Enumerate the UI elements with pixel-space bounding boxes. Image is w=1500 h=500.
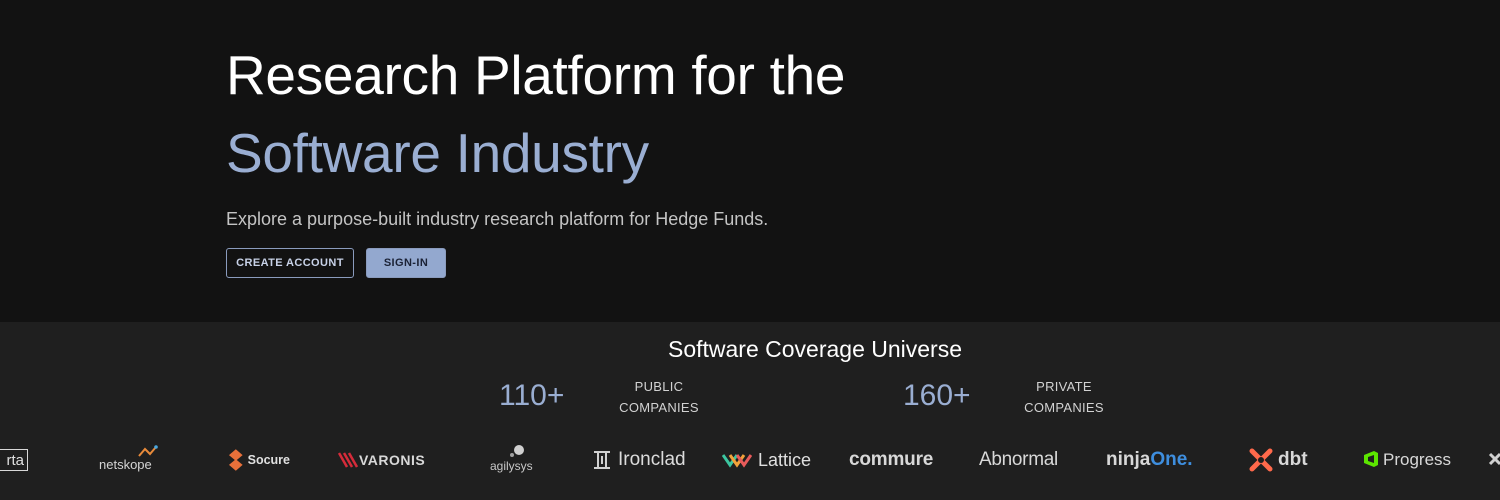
coverage-title: Software Coverage Universe [667,336,963,362]
abnormal-logo-text: Abnormal [979,449,1058,470]
hero-title-light: for the [676,44,846,106]
ninjaone-logo-text-a: ninja [1106,449,1151,470]
agilysys-logo-text: agilysys [490,459,533,473]
logo-varonis: VARONIS [338,442,436,478]
hero-title-line1: Research Platform for the [226,40,845,110]
hero-title-strong: Research Platform [226,44,677,106]
create-account-button[interactable]: CREATE ACCOUNT [226,248,354,278]
hero-title-accent: Software Industry [226,122,649,184]
private-label-line2: COMPANIES [1024,400,1104,415]
progress-mark-icon [1364,451,1378,467]
private-companies-count: 160+ [903,379,971,412]
hero-subtitle: Explore a purpose-built industry researc… [226,209,769,229]
sign-in-button[interactable]: SIGN-IN [366,248,446,278]
logo-ironclad: Ironclad [593,442,693,478]
socure-mark-icon [228,449,243,471]
commure-logo-text: commure [849,449,934,470]
logo-netskope: netskope [99,442,161,478]
rta-logo-box: rta [0,449,28,471]
company-logos-strip: rta netskope Socure VARONIS agilysys Iro… [0,442,1500,478]
public-label-line1: PUBLIC [634,379,684,394]
public-label-line2: COMPANIES [619,400,699,415]
rta-logo-text: rta [6,451,24,469]
logo-commure: commure [849,442,949,478]
logo-dbt: dbt [1249,442,1319,478]
netskope-mark-icon [138,445,158,457]
logo-progress: Progress [1362,442,1462,478]
socure-logo-text: Socure [247,453,290,467]
dbt-logo-text: dbt [1278,449,1308,470]
coverage-section: Software Coverage Universe 110+ PUBLIC C… [0,322,1500,500]
hero-section: Research Platform for the Software Indus… [0,0,1500,322]
logo-rta: rta [0,442,30,478]
ninjaone-logo-text-b: One. [1150,449,1193,470]
logo-lattice: Lattice [722,442,822,478]
varonis-logo-text: VARONIS [359,452,426,468]
dbt-mark-icon [1249,448,1273,472]
logo-ninjaone: ninja One. [1106,442,1206,478]
lattice-logo-text: Lattice [758,449,812,470]
logo-partial-right [1488,442,1500,478]
partial-logo-mark-icon [1488,452,1500,466]
public-companies-label: PUBLIC COMPANIES [612,376,706,418]
varonis-mark-icon [338,452,359,468]
ironclad-logo-text: Ironclad [618,449,686,470]
logo-socure: Socure [228,442,290,478]
private-companies-label: PRIVATE COMPANIES [1017,376,1111,418]
ironclad-mark-icon [594,451,610,469]
logo-abnormal: Abnormal [979,442,1079,478]
logo-agilysys: agilysys [490,442,540,478]
private-label-line1: PRIVATE [1036,379,1092,394]
lattice-mark-icon [722,454,752,468]
public-companies-count: 110+ [499,379,565,412]
agilysys-mark-icon [510,445,524,457]
progress-logo-text: Progress [1383,450,1452,469]
